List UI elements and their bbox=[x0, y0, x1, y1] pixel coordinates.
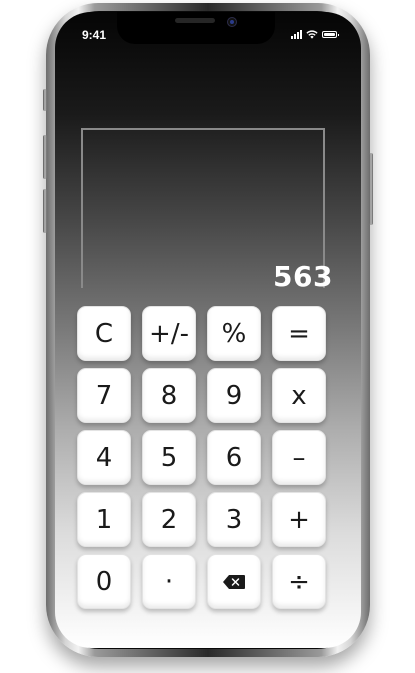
digit-5-button[interactable]: 5 bbox=[142, 430, 196, 485]
digit-8-button[interactable]: 8 bbox=[142, 368, 196, 423]
percent-button[interactable]: % bbox=[207, 306, 261, 361]
silent-switch bbox=[43, 89, 47, 111]
display-value: 563 bbox=[273, 260, 333, 293]
digit-9-label: 9 bbox=[225, 380, 243, 411]
divide-label: ÷ bbox=[288, 566, 310, 597]
equals-label: = bbox=[288, 318, 310, 349]
digit-3-label: 3 bbox=[225, 504, 243, 535]
decimal-label: · bbox=[164, 566, 174, 597]
digit-7-label: 7 bbox=[95, 380, 113, 411]
digit-0-label: 0 bbox=[95, 566, 113, 597]
decimal-button[interactable]: · bbox=[142, 554, 196, 609]
sign-toggle-button[interactable]: +/- bbox=[142, 306, 196, 361]
percent-label: % bbox=[221, 318, 247, 349]
status-icons bbox=[291, 29, 339, 39]
earpiece-speaker bbox=[175, 18, 215, 23]
digit-2-label: 2 bbox=[160, 504, 178, 535]
equals-button[interactable]: = bbox=[272, 306, 326, 361]
add-label: + bbox=[288, 504, 310, 535]
digit-7-button[interactable]: 7 bbox=[77, 368, 131, 423]
digit-9-button[interactable]: 9 bbox=[207, 368, 261, 423]
battery-icon bbox=[322, 30, 339, 38]
backspace-button[interactable] bbox=[207, 554, 261, 609]
volume-down-button bbox=[43, 189, 47, 233]
digit-5-label: 5 bbox=[160, 442, 178, 473]
wifi-icon bbox=[306, 29, 318, 39]
digit-0-button[interactable]: 0 bbox=[77, 554, 131, 609]
status-time: 9:41 bbox=[82, 28, 107, 42]
digit-3-button[interactable]: 3 bbox=[207, 492, 261, 547]
digit-6-label: 6 bbox=[225, 442, 243, 473]
multiply-button[interactable]: x bbox=[272, 368, 326, 423]
divide-button[interactable]: ÷ bbox=[272, 554, 326, 609]
subtract-button[interactable]: – bbox=[272, 430, 326, 485]
subtract-label: – bbox=[292, 442, 306, 473]
clear-label: C bbox=[94, 318, 114, 349]
digit-6-button[interactable]: 6 bbox=[207, 430, 261, 485]
screen: 9:41 563 C +/- % = 7 8 9 x 4 5 6 – 1 2 3… bbox=[55, 12, 361, 648]
power-button bbox=[369, 153, 373, 225]
volume-up-button bbox=[43, 135, 47, 179]
keypad: C +/- % = 7 8 9 x 4 5 6 – 1 2 3 + 0 · ÷ bbox=[77, 306, 330, 609]
cellular-signal-icon bbox=[291, 29, 302, 39]
digit-8-label: 8 bbox=[160, 380, 178, 411]
digit-1-label: 1 bbox=[95, 504, 113, 535]
multiply-label: x bbox=[291, 380, 307, 411]
digit-1-button[interactable]: 1 bbox=[77, 492, 131, 547]
backspace-icon bbox=[223, 574, 245, 589]
digit-4-label: 4 bbox=[95, 442, 113, 473]
sign-toggle-label: +/- bbox=[149, 318, 189, 349]
clear-button[interactable]: C bbox=[77, 306, 131, 361]
front-camera-icon bbox=[227, 17, 237, 27]
digit-2-button[interactable]: 2 bbox=[142, 492, 196, 547]
add-button[interactable]: + bbox=[272, 492, 326, 547]
phone-frame: 9:41 563 C +/- % = 7 8 9 x 4 5 6 – 1 2 3… bbox=[43, 3, 373, 657]
notch bbox=[117, 12, 275, 44]
digit-4-button[interactable]: 4 bbox=[77, 430, 131, 485]
